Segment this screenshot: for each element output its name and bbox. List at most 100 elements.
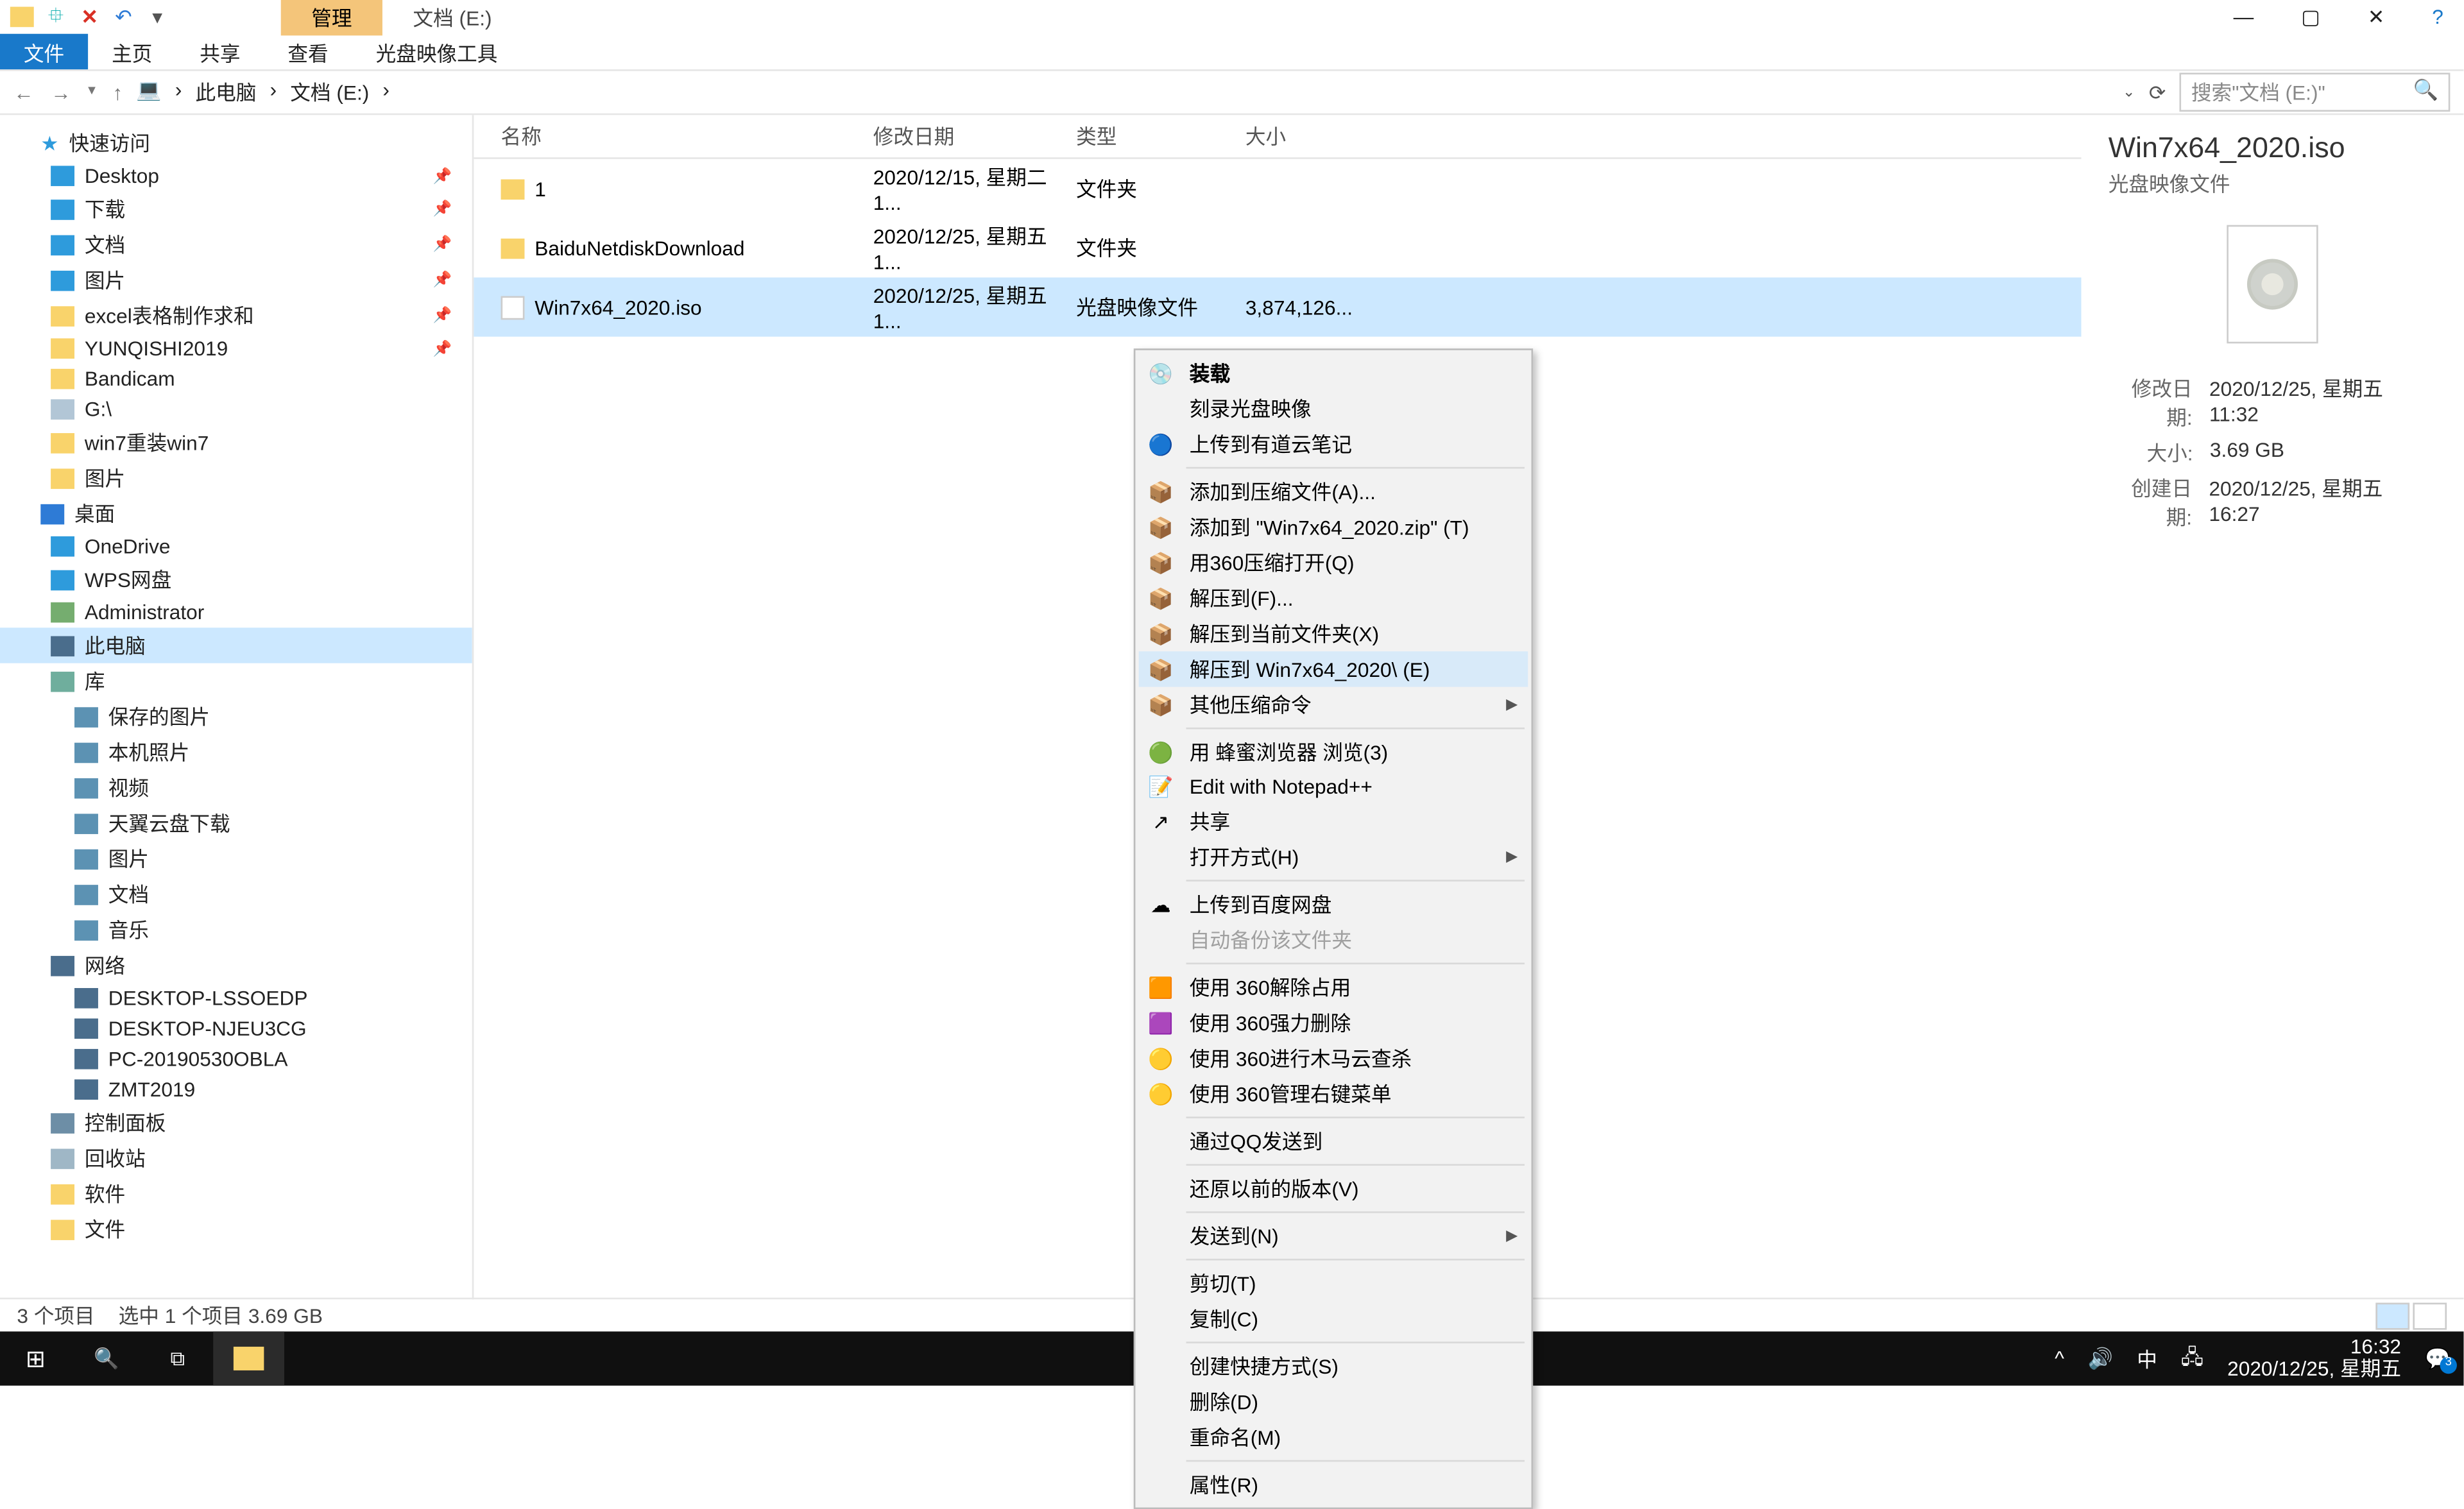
menu-item[interactable]: 📦解压到当前文件夹(X) bbox=[1139, 616, 1528, 651]
breadcrumb[interactable]: 💻 › 此电脑 › 文档 (E:) › bbox=[136, 78, 2109, 107]
tray-network-icon[interactable]: 🖧 bbox=[2181, 1341, 2203, 1376]
tree-item[interactable]: 网络 bbox=[0, 948, 472, 983]
column-headers[interactable]: 名称 修改日期 类型 大小 bbox=[474, 115, 2081, 159]
table-row[interactable]: 12020/12/15, 星期二 1...文件夹 bbox=[474, 159, 2081, 218]
tree-item[interactable]: 桌面 bbox=[0, 496, 472, 531]
menu-item[interactable]: ↗共享 bbox=[1139, 804, 1528, 839]
menu-item[interactable]: 💿装载 bbox=[1139, 355, 1528, 391]
tray-chevron-up-icon[interactable]: ^ bbox=[2055, 1347, 2064, 1370]
menu-item[interactable]: 删除(D) bbox=[1139, 1384, 1528, 1419]
tree-item[interactable]: YUNQISHI2019📌 bbox=[0, 333, 472, 363]
tree-item[interactable]: 软件 bbox=[0, 1176, 472, 1211]
tab-view[interactable]: 查看 bbox=[264, 34, 352, 69]
nav-tree[interactable]: ★快速访问Desktop📌下载📌文档📌图片📌excel表格制作求和📌YUNQIS… bbox=[0, 115, 474, 1299]
col-type[interactable]: 类型 bbox=[1076, 122, 1245, 151]
menu-item[interactable]: 刻录光盘映像 bbox=[1139, 391, 1528, 426]
tree-item[interactable]: ZMT2019 bbox=[0, 1074, 472, 1104]
tree-item[interactable]: OneDrive bbox=[0, 531, 472, 561]
menu-item[interactable]: 还原以前的版本(V) bbox=[1139, 1171, 1528, 1206]
tree-item[interactable]: 库 bbox=[0, 663, 472, 699]
view-icons-button[interactable] bbox=[2413, 1302, 2447, 1329]
menu-item[interactable]: 剪切(T) bbox=[1139, 1265, 1528, 1300]
tree-item[interactable]: DESKTOP-NJEU3CG bbox=[0, 1014, 472, 1044]
menu-item[interactable]: 🟧使用 360解除占用 bbox=[1139, 969, 1528, 1005]
tree-item[interactable]: PC-20190530OBLA bbox=[0, 1044, 472, 1074]
menu-item[interactable]: 🟡使用 360进行木马云查杀 bbox=[1139, 1041, 1528, 1076]
menu-item[interactable]: 📦用360压缩打开(Q) bbox=[1139, 545, 1528, 580]
tab-file[interactable]: 文件 bbox=[0, 34, 88, 69]
addr-chevron-down-icon[interactable]: ⌄ bbox=[2123, 83, 2135, 101]
qat-delete-icon[interactable]: ✕ bbox=[78, 5, 101, 29]
tab-manage[interactable]: 管理 bbox=[281, 0, 382, 35]
tray-notifications-icon[interactable]: 💬3 bbox=[2425, 1347, 2450, 1370]
nav-back[interactable]: ← bbox=[13, 80, 34, 104]
tree-item[interactable]: 视频 bbox=[0, 770, 472, 805]
close-button[interactable]: ✕ bbox=[2368, 5, 2385, 29]
menu-item[interactable]: 📦其他压缩命令▶ bbox=[1139, 687, 1528, 722]
tray-clock[interactable]: 16:32 2020/12/25, 星期五 bbox=[2227, 1336, 2401, 1381]
menu-item[interactable]: 复制(C) bbox=[1139, 1301, 1528, 1336]
menu-item[interactable]: 重命名(M) bbox=[1139, 1419, 1528, 1454]
menu-item[interactable]: 发送到(N)▶ bbox=[1139, 1218, 1528, 1254]
refresh-icon[interactable]: ⟳ bbox=[2149, 80, 2166, 104]
taskbar-explorer[interactable] bbox=[213, 1331, 284, 1385]
menu-item[interactable]: 创建快捷方式(S) bbox=[1139, 1349, 1528, 1384]
search-input[interactable]: 搜索"文档 (E:)" 🔍 bbox=[2179, 72, 2450, 112]
col-date[interactable]: 修改日期 bbox=[873, 122, 1076, 151]
qat-chevron-down-icon[interactable]: ▾ bbox=[146, 5, 169, 29]
tree-item[interactable]: 此电脑 bbox=[0, 627, 472, 663]
nav-up[interactable]: ↑ bbox=[112, 80, 123, 104]
tree-item[interactable]: 图片 bbox=[0, 460, 472, 495]
tab-iso-tools[interactable]: 光盘映像工具 bbox=[352, 34, 522, 69]
tree-item[interactable]: WPS网盘 bbox=[0, 561, 472, 597]
tree-item[interactable]: 文件 bbox=[0, 1211, 472, 1247]
menu-item[interactable]: 打开方式(H)▶ bbox=[1139, 839, 1528, 874]
tree-item[interactable]: 图片📌 bbox=[0, 262, 472, 298]
menu-item[interactable]: 📝Edit with Notepad++ bbox=[1139, 770, 1528, 804]
menu-item[interactable]: 🟢用 蜂蜜浏览器 浏览(3) bbox=[1139, 734, 1528, 769]
minimize-button[interactable]: — bbox=[2234, 5, 2254, 29]
tree-item[interactable]: DESKTOP-LSSOEDP bbox=[0, 983, 472, 1013]
tree-item[interactable]: win7重装win7 bbox=[0, 425, 472, 460]
table-row[interactable]: Win7x64_2020.iso2020/12/25, 星期五 1...光盘映像… bbox=[474, 277, 2081, 336]
menu-item[interactable]: 📦解压到 Win7x64_2020\ (E) bbox=[1139, 651, 1528, 686]
tree-item[interactable]: Desktop📌 bbox=[0, 161, 472, 191]
tree-item[interactable]: 回收站 bbox=[0, 1140, 472, 1175]
nav-forward[interactable]: → bbox=[51, 80, 71, 104]
tab-share[interactable]: 共享 bbox=[176, 34, 264, 69]
qat-pin-icon[interactable]: ⯐ bbox=[44, 5, 68, 29]
table-row[interactable]: BaiduNetdiskDownload2020/12/25, 星期五 1...… bbox=[474, 218, 2081, 277]
col-size[interactable]: 大小 bbox=[1245, 122, 1347, 151]
breadcrumb-drive[interactable]: 文档 (E:) bbox=[290, 78, 369, 107]
menu-item[interactable]: 🟡使用 360管理右键菜单 bbox=[1139, 1076, 1528, 1111]
tree-item[interactable]: 文档📌 bbox=[0, 226, 472, 262]
nav-chevron-down-icon[interactable]: ▾ bbox=[88, 80, 96, 104]
tree-item[interactable]: 天翼云盘下载 bbox=[0, 805, 472, 840]
tree-item[interactable]: 音乐 bbox=[0, 912, 472, 947]
menu-item[interactable]: 属性(R) bbox=[1139, 1467, 1528, 1502]
menu-item[interactable]: 🔵上传到有道云笔记 bbox=[1139, 427, 1528, 462]
taskbar-search[interactable]: 🔍 bbox=[71, 1331, 142, 1385]
tree-item[interactable]: G:\ bbox=[0, 394, 472, 424]
menu-item[interactable]: ☁上传到百度网盘 bbox=[1139, 887, 1528, 922]
breadcrumb-pc[interactable]: 此电脑 bbox=[196, 78, 257, 107]
tree-item[interactable]: Administrator bbox=[0, 597, 472, 627]
file-list[interactable]: 名称 修改日期 类型 大小 12020/12/15, 星期二 1...文件夹Ba… bbox=[474, 115, 2081, 1299]
task-view-button[interactable]: ⧉ bbox=[142, 1331, 214, 1385]
col-name[interactable]: 名称 bbox=[501, 122, 873, 151]
qat-undo-icon[interactable]: ↶ bbox=[112, 5, 135, 29]
tree-item[interactable]: excel表格制作求和📌 bbox=[0, 298, 472, 333]
view-details-button[interactable] bbox=[2375, 1302, 2409, 1329]
menu-item[interactable]: 通过QQ发送到 bbox=[1139, 1123, 1528, 1159]
tab-home[interactable]: 主页 bbox=[88, 34, 176, 69]
menu-item[interactable]: 🟪使用 360强力删除 bbox=[1139, 1005, 1528, 1040]
tree-item[interactable]: Bandicam bbox=[0, 364, 472, 394]
tree-item[interactable]: 保存的图片 bbox=[0, 699, 472, 734]
tree-item[interactable]: 本机照片 bbox=[0, 734, 472, 769]
start-button[interactable]: ⊞ bbox=[0, 1331, 71, 1385]
tray-volume-icon[interactable]: 🔊 bbox=[2088, 1347, 2113, 1370]
tree-item[interactable]: 控制面板 bbox=[0, 1105, 472, 1140]
tree-item[interactable]: ★快速访问 bbox=[0, 125, 472, 160]
help-icon[interactable]: ? bbox=[2432, 5, 2443, 29]
maximize-button[interactable]: ▢ bbox=[2301, 5, 2320, 29]
